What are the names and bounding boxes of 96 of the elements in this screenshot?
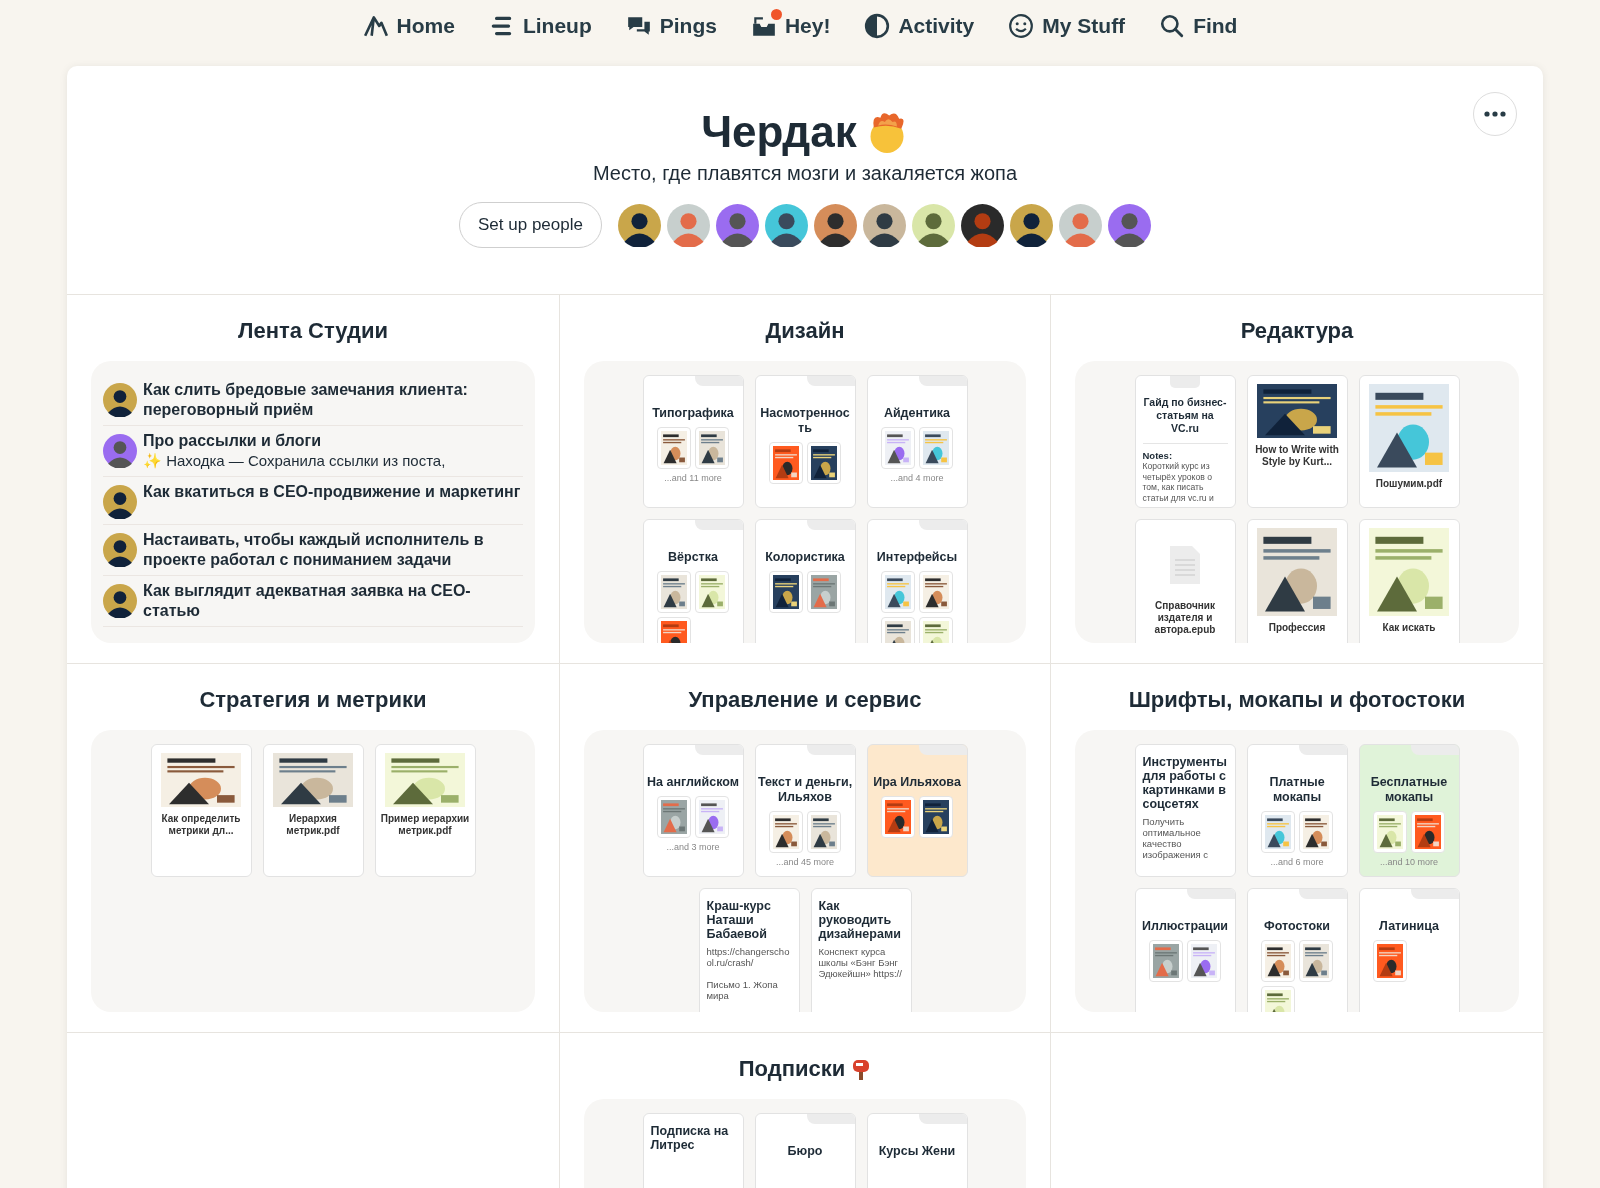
folder-tile[interactable]: Латиница xyxy=(1358,888,1460,1012)
tool-title[interactable]: Редактура xyxy=(1240,318,1354,344)
tool-panel[interactable]: Как определить метрики дл... Иерархия метрик.pdf Пример иерархии метрик.pdf xyxy=(91,730,535,1012)
folder-title: Фотостоки xyxy=(1264,919,1330,934)
folder-title: Колористика xyxy=(765,550,845,565)
tool-title[interactable]: Шрифты, мокапы и фотостоки xyxy=(1128,687,1466,713)
folder-title: Ира Ильяхова xyxy=(873,775,961,790)
file-name: Пример иерархии метрик.pdf xyxy=(379,813,471,837)
document-tile[interactable]: Краш-курс Наташи Бабаевой https://changerschool.ru/crash/ Письмо 1. Жопа мира xyxy=(698,888,800,1012)
folder-tile[interactable]: На английском ...and 3 more xyxy=(642,744,744,877)
document-title: Подписка на Литрес xyxy=(650,1124,730,1152)
folder-title: Айдентика xyxy=(883,406,951,421)
folder-tile[interactable]: Фотостоки xyxy=(1246,888,1348,1012)
more-count: ...and 3 more xyxy=(666,842,720,852)
tool-panel[interactable]: Подписка на Литрес Бюро Курсы Жени xyxy=(584,1099,1026,1188)
document-title: Инструменты для работы с картинками в соцсетях xyxy=(1142,755,1228,811)
file-tile[interactable]: Иерархия метрик.pdf xyxy=(262,744,364,877)
folder-tile[interactable]: Иллюстрации xyxy=(1134,888,1236,1012)
file-tile[interactable]: Профессия xyxy=(1246,519,1348,643)
tool-title[interactable]: Управление и сервис xyxy=(688,687,922,713)
more-count: ...and 45 more xyxy=(775,857,834,867)
file-name: Справочник издателя и автора.epub xyxy=(1153,600,1217,636)
message-title[interactable]: Как слить бредовые замечания клиента: переговорный приём xyxy=(143,380,523,420)
document-tile[interactable]: Как руководить дизайнерами Конспект курса школы «Бэнг Бэнг Эдюкейшн» https:// xyxy=(810,888,912,1012)
file-name: Иерархия метрик.pdf xyxy=(285,813,341,837)
nav-link[interactable]: Lineup xyxy=(488,13,592,39)
nav-link[interactable]: My Stuff xyxy=(1008,13,1126,39)
tool-panel[interactable]: Инструменты для работы с картинками в соцсетях Получить оптимальное качество изображения с Платные мокапы ...and 6 more Бесплатные мокапы ...and 10 more Иллюстрации Фотостоки Латиница xyxy=(1075,730,1519,1012)
folder-title: На английском xyxy=(647,775,739,790)
folder-tile[interactable]: Бюро xyxy=(754,1113,856,1188)
nav-link[interactable]: Find xyxy=(1159,13,1238,39)
notes-label: Notes: xyxy=(1142,450,1173,461)
message-title[interactable]: Настаивать, чтобы каждый исполнитель в проекте работал с пониманием задачи xyxy=(143,530,523,570)
document-title: Как руководить дизайнерами xyxy=(818,899,902,941)
folder-tile[interactable]: Курсы Жени xyxy=(866,1113,968,1188)
more-count: ...and 6 more xyxy=(1270,857,1324,867)
file-name: Профессия xyxy=(1268,622,1326,634)
folder-tile[interactable]: Айдентика ...and 4 more xyxy=(866,375,968,508)
file-tile[interactable]: How to Write with Style by Kurt... xyxy=(1246,375,1348,508)
document-excerpt: Получить оптимальное качество изображения с xyxy=(1142,816,1210,860)
folder-title: Типографика xyxy=(652,406,734,421)
project-title: Чердак xyxy=(701,106,857,158)
file-tile[interactable]: Пошумим.pdf xyxy=(1358,375,1460,508)
nav-link[interactable]: Home xyxy=(362,13,455,39)
project-description: Место, где плавятся мозги и закаляется жопа xyxy=(593,161,1017,186)
folder-title: Бесплатные мокапы xyxy=(1369,775,1449,805)
message-title[interactable]: Про рассылки и блоги xyxy=(143,431,446,451)
document-title: Гайд по бизнес-статьям на VC.ru xyxy=(1142,396,1228,435)
message-title[interactable]: Как выглядит адекватная заявка на СЕО-статью xyxy=(143,581,523,621)
folder-tile[interactable]: Ира Ильяхова xyxy=(866,744,968,877)
notes-text: Короткий курс из четырёх уроков о том, как писать статьи для vc.ru и xyxy=(1142,461,1215,503)
file-name: Как определить метрики дл... xyxy=(160,813,242,837)
file-tile[interactable]: Справочник издателя и автора.epub xyxy=(1134,519,1236,643)
document-tile[interactable]: Подписка на Литрес xyxy=(642,1113,744,1188)
folder-tile[interactable]: Платные мокапы ...and 6 more xyxy=(1246,744,1348,877)
file-name: Как искать xyxy=(1382,622,1436,634)
tool-title[interactable]: Лента Студии xyxy=(238,318,388,344)
folder-tile[interactable]: Насмотренность xyxy=(754,375,856,508)
tool-title[interactable]: Подписки xyxy=(738,1056,846,1082)
folder-tile[interactable]: Интерфейсы xyxy=(866,519,968,643)
tool-title[interactable]: Дизайн xyxy=(765,318,845,344)
file-tile[interactable]: Как определить метрики дл... xyxy=(150,744,252,877)
folder-title: Иллюстрации xyxy=(1141,919,1229,934)
document-excerpt: https://changerschool.ru/crash/ Письмо 1. Жопа мира xyxy=(706,946,791,1001)
message-excerpt: ✨ Находка — Сохранила ссылки из поста, xyxy=(143,451,446,471)
document-excerpt: Конспект курса школы «Бэнг Бэнг Эдюкейшн» https:// xyxy=(818,946,903,979)
tool-panel[interactable]: Типографика ...and 11 more Насмотренность Айдентика ...and 4 more Вёрстка Колористика Интерфейсы xyxy=(584,361,1026,643)
more-count: ...and 10 more xyxy=(1379,857,1438,867)
document-title: Краш-курс Наташи Бабаевой xyxy=(706,899,772,941)
file-name: How to Write with Style by Kurt... xyxy=(1254,444,1340,468)
folder-title: Бюро xyxy=(787,1144,823,1159)
document-tile[interactable]: Гайд по бизнес-статьям на VC.ru Notes: Короткий курс из четырёх уроков о том, как писать статьи для vc.ru и xyxy=(1134,375,1236,508)
more-count: ...and 4 more xyxy=(890,473,944,483)
document-tile[interactable]: Инструменты для работы с картинками в соцсетях Получить оптимальное качество изображения с xyxy=(1134,744,1236,877)
nav-link[interactable]: Pings xyxy=(625,13,717,39)
file-name: Пошумим.pdf xyxy=(1375,478,1443,490)
folder-tile[interactable]: Текст и деньги, Ильяхов ...and 45 more xyxy=(754,744,856,877)
nav-link[interactable]: Hey! xyxy=(750,13,831,39)
folder-tile[interactable]: Колористика xyxy=(754,519,856,643)
folder-tile[interactable]: Вёрстка xyxy=(642,519,744,643)
more-count: ...and 11 more xyxy=(664,473,722,483)
message-title[interactable]: Как вкатиться в СЕО-продвижение и маркетинг xyxy=(143,482,521,502)
nav-link[interactable]: Activity xyxy=(864,13,975,39)
tool-title[interactable]: Стратегия и метрики xyxy=(199,687,427,713)
folder-title: Насмотренность xyxy=(759,406,851,436)
folder-title: Курсы Жени xyxy=(878,1144,956,1159)
folder-title: Интерфейсы xyxy=(876,550,958,565)
folder-title: Латиница xyxy=(1379,919,1439,934)
set-up-people-button[interactable]: Set up people xyxy=(459,202,602,248)
file-tile[interactable]: Пример иерархии метрик.pdf xyxy=(374,744,476,877)
folder-tile[interactable]: Типографика ...and 11 more xyxy=(642,375,744,508)
file-tile[interactable]: Как искать xyxy=(1358,519,1460,643)
folder-tile[interactable]: Бесплатные мокапы ...and 10 more xyxy=(1358,744,1460,877)
folder-title: Вёрстка xyxy=(668,550,718,565)
folder-title: Платные мокапы xyxy=(1268,775,1326,805)
folder-title: Текст и деньги, Ильяхов xyxy=(757,775,853,805)
